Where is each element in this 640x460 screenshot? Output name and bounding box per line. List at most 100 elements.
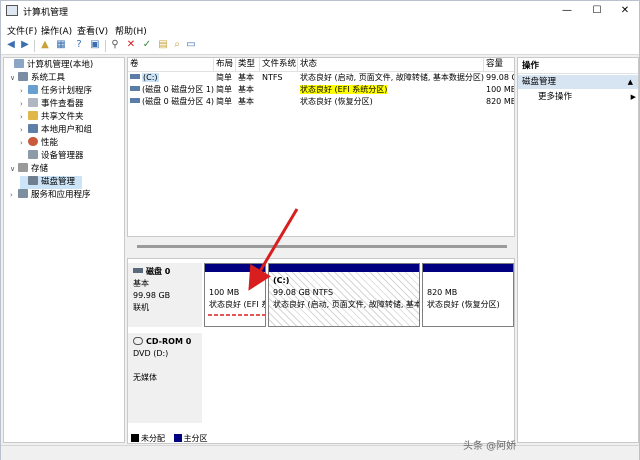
view-icon[interactable]: ▭ <box>185 39 197 51</box>
cell-status: 状态良好 (启动, 页面文件, 故障转储, 基本数据分区) <box>300 73 484 82</box>
column-header-layout[interactable]: 布局 <box>214 58 236 72</box>
cell-layout: 简单 <box>216 73 232 82</box>
performance-icon <box>28 137 38 146</box>
properties-icon[interactable]: ▣ <box>89 39 101 51</box>
forward-icon[interactable]: ▶ <box>19 39 31 51</box>
tree-item-label: 设备管理器 <box>41 151 84 161</box>
up-folder-icon[interactable]: ▲ <box>39 39 51 51</box>
device-icon <box>28 150 38 159</box>
back-icon[interactable]: ◀ <box>5 39 17 51</box>
tree-item-label: 本地用户和组 <box>41 125 93 135</box>
tree-item-label: 服务和应用程序 <box>31 190 91 200</box>
delete-icon[interactable]: ✕ <box>125 39 137 51</box>
disk-legend: 未分配 主分区 <box>131 433 208 443</box>
help-icon[interactable]: ? <box>73 39 85 51</box>
cell-volume: (磁盘 0 磁盘分区 4) <box>128 96 214 108</box>
table-row[interactable]: (磁盘 0 磁盘分区 1) 简单 基本 状态良好 (EFI 系统分区) 100 … <box>128 84 514 96</box>
table-row[interactable]: (磁盘 0 磁盘分区 4) 简单 基本 状态良好 (恢复分区) 820 MB <box>128 96 514 108</box>
tree-item-task-scheduler[interactable]: › 任务计划程序 <box>20 85 92 98</box>
maximize-button[interactable]: ☐ <box>583 1 611 21</box>
column-header-capacity[interactable]: 容量 <box>484 58 514 72</box>
window-title: 计算机管理 <box>23 8 69 18</box>
partition-recovery[interactable]: 820 MB 状态良好 (恢复分区) <box>422 263 514 327</box>
computer-icon <box>14 59 24 68</box>
table-row[interactable]: (C:) 简单 基本 NTFS 状态良好 (启动, 页面文件, 故障转储, 基本… <box>128 72 514 84</box>
close-button[interactable]: ✕ <box>611 1 639 21</box>
menu-help[interactable]: 帮助(H) <box>115 24 147 37</box>
tree-item-disk-management[interactable]: 磁盘管理 <box>20 176 82 189</box>
menu-action[interactable]: 操作(A) <box>41 24 72 37</box>
disk-name-row: CD-ROM 0 <box>133 336 197 348</box>
column-header-status[interactable]: 状态 <box>298 58 484 72</box>
tree-expander[interactable]: › <box>20 85 28 98</box>
primary-partition-bar <box>269 264 419 272</box>
search-icon[interactable]: ⌕ <box>171 39 183 51</box>
disk-size: 99.98 GB <box>133 291 171 300</box>
storage-icon <box>18 163 28 172</box>
open-folder-icon[interactable]: ▤ <box>157 39 169 51</box>
disk-0-label[interactable]: 磁盘 0 基本 99.98 GB 联机 <box>128 263 202 327</box>
tree-item-label: 事件查看器 <box>41 99 84 109</box>
tree-expander[interactable]: ∨ <box>10 163 18 176</box>
actions-section-disk-management[interactable]: 磁盘管理 ▲ <box>518 75 638 89</box>
tree-expander[interactable]: › <box>20 124 28 137</box>
title-bar: 计算机管理 — ☐ ✕ <box>1 1 639 21</box>
tree-item-shared-folders[interactable]: › 共享文件夹 <box>20 111 84 124</box>
partition-content: 100 MB 状态良好 (EFI 系统分区) <box>209 275 265 311</box>
minimize-button[interactable]: — <box>553 1 581 21</box>
volume-name: (磁盘 0 磁盘分区 1) <box>142 85 214 94</box>
disk-type: DVD (D:) <box>133 349 169 358</box>
cell-capacity: 100 MB <box>486 85 514 94</box>
tree-item-services-apps[interactable]: › 服务和应用程序 <box>10 189 91 202</box>
disk-status: 无媒体 <box>133 373 157 382</box>
toolbar-divider <box>34 40 35 52</box>
collapse-icon[interactable]: ▲ <box>628 75 633 89</box>
partition-name <box>209 275 261 287</box>
tree-item-performance[interactable]: › 性能 <box>20 137 58 150</box>
partition-c[interactable]: (C:) 99.08 GB NTFS 状态良好 (启动, 页面文件, 故障转储,… <box>268 263 420 327</box>
tree-item-label: 共享文件夹 <box>41 112 84 122</box>
computer-management-icon <box>6 5 18 16</box>
tree-expander[interactable]: › <box>20 98 28 111</box>
cell-type: 基本 <box>238 85 254 94</box>
cdrom-0-label[interactable]: CD-ROM 0 DVD (D:) 无媒体 <box>128 333 202 423</box>
tree-item-local-users[interactable]: › 本地用户和组 <box>20 124 92 137</box>
tree-expander[interactable]: › <box>20 137 28 150</box>
menu-view[interactable]: 查看(V) <box>77 24 108 37</box>
connect-icon[interactable]: ⚲ <box>109 39 121 51</box>
tree-expander[interactable]: ∨ <box>10 72 18 85</box>
menu-file[interactable]: 文件(F) <box>7 24 37 37</box>
status-bar <box>1 445 639 460</box>
highlighted-status: 状态良好 (EFI 系统分区) <box>300 85 388 94</box>
column-header-filesystem[interactable]: 文件系统 <box>260 58 298 72</box>
disk-icon <box>28 176 38 185</box>
partition-efi[interactable]: 100 MB 状态良好 (EFI 系统分区) <box>204 263 266 327</box>
tree-item-system-tools[interactable]: ∨ 系统工具 <box>10 72 65 85</box>
disk-status: 联机 <box>133 303 149 312</box>
cell-filesystem: NTFS <box>262 73 283 82</box>
tree-item-device-manager[interactable]: 设备管理器 <box>20 150 84 163</box>
legend-primary: 主分区 <box>183 434 208 443</box>
tree-item-computer-management[interactable]: 计算机管理(本地) <box>6 59 93 72</box>
tree-expander[interactable]: › <box>10 189 18 202</box>
more-actions[interactable]: 更多操作 ▶ <box>538 90 638 104</box>
volume-name: (磁盘 0 磁盘分区 4) <box>142 97 214 106</box>
disk-size <box>133 360 197 372</box>
show-tree-icon[interactable]: ▦ <box>55 39 67 51</box>
column-header-type[interactable]: 类型 <box>236 58 260 72</box>
horizontal-scrollbar[interactable] <box>137 245 507 248</box>
partition-status: 状态良好 (恢复分区) <box>427 300 500 309</box>
tree-item-storage[interactable]: ∨ 存储 <box>10 163 48 176</box>
tree-item-label: 任务计划程序 <box>41 86 93 96</box>
column-header-volume[interactable]: 卷 <box>128 58 214 72</box>
toolbar: ◀ ▶ ▲ ▦ ? ▣ ⚲ ✕ ✓ ▤ ⌕ ▭ <box>1 37 639 55</box>
tree-expander[interactable]: › <box>20 111 28 124</box>
console-tree: 计算机管理(本地) ∨ 系统工具 › 任务计划程序 › 事件查看器 › 共享文件夹 › 本… <box>3 57 125 443</box>
menu-bar: 文件(F) 操作(A) 查看(V) 帮助(H) <box>1 21 639 37</box>
disk-name: CD-ROM 0 <box>146 337 192 346</box>
tree-item-event-viewer[interactable]: › 事件查看器 <box>20 98 84 111</box>
cell-filesystem <box>260 84 298 96</box>
tree-item-label: 性能 <box>41 138 59 148</box>
check-icon[interactable]: ✓ <box>141 39 153 51</box>
cell-volume: (C:) <box>128 72 214 84</box>
